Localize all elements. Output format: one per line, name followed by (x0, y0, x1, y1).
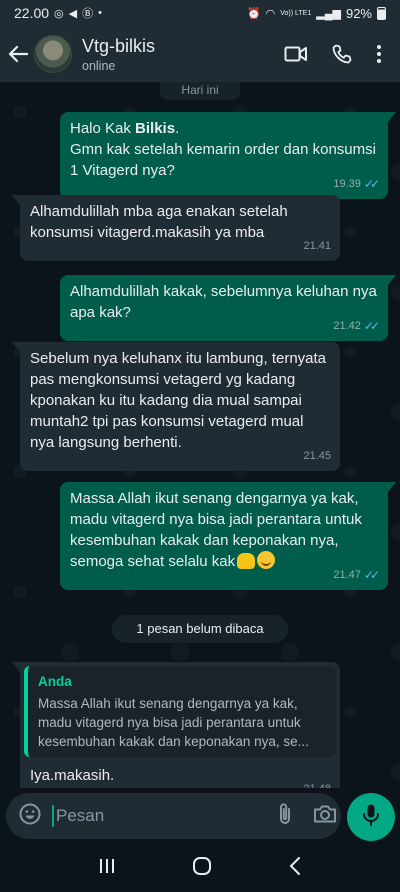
message-input[interactable] (52, 805, 277, 827)
message-meta: 21.41 (303, 236, 331, 257)
system-nav-bar (0, 844, 400, 892)
telegram-icon: ◀ (68, 7, 78, 20)
smiling-face-emoji (257, 551, 276, 569)
message-text: Massa Allah ikut senang dengarnya ya kak… (70, 488, 379, 572)
message-text: Sebelum nya keluhanx itu lambung, ternya… (30, 350, 327, 451)
message-time: 21.47 (333, 569, 361, 581)
back-arrow-icon[interactable] (8, 44, 28, 64)
message-time: 21.42 (333, 320, 361, 332)
read-ticks-icon: ✓✓ (363, 319, 380, 333)
emoji-icon[interactable] (18, 802, 42, 831)
contact-name: Vtg-bilkis (82, 35, 156, 56)
input-bar (0, 788, 400, 844)
instagram-icon: ◎ (54, 7, 64, 20)
chat-header: Vtg-bilkis online (0, 26, 400, 82)
message-text: Iya.makasih. (30, 767, 115, 784)
mic-icon (362, 803, 380, 832)
home-icon[interactable] (192, 856, 212, 881)
alarm-icon: ⏰ (246, 7, 261, 20)
b-badge-icon: Ⓑ (82, 8, 94, 20)
dot-icon: • (98, 7, 102, 19)
message-meta: 21.42 ✓✓ (333, 316, 380, 337)
message-text: Alhamdulillah mba aga enakan setelah kon… (30, 203, 288, 241)
message-outgoing[interactable]: Halo Kak Bilkis. Gmn kak setelah kemarin… (60, 112, 396, 199)
message-meta: 21.47 ✓✓ (333, 565, 380, 586)
raising-hands-emoji (237, 553, 256, 569)
quoted-message[interactable]: Anda Massa Allah ikut senang dengarnya y… (24, 666, 336, 757)
message-bold-name: Bilkis (135, 120, 176, 137)
read-ticks-icon: ✓✓ (363, 568, 380, 582)
quote-author: Anda (38, 674, 72, 689)
mic-button[interactable] (347, 793, 395, 841)
contact-info[interactable]: Vtg-bilkis online (82, 36, 155, 73)
message-meta: 21.45 (303, 446, 331, 467)
network-label: Vo)) LTE1 (280, 9, 312, 17)
battery-percent: 92% (345, 5, 372, 21)
status-time: 22.00 (14, 5, 50, 21)
battery-icon (377, 6, 386, 20)
message-text-part: Gmn kak setelah kemarin order dan konsum… (70, 141, 376, 179)
phone-icon[interactable] (332, 44, 352, 64)
message-text-part: Halo Kak (70, 120, 136, 137)
date-chip: Hari ini (160, 82, 240, 100)
camera-icon[interactable] (313, 803, 337, 830)
message-text-part: Massa Allah ikut senang dengarnya ya kak… (70, 490, 362, 570)
avatar[interactable] (34, 35, 72, 73)
message-outgoing[interactable]: Massa Allah ikut senang dengarnya ya kak… (60, 482, 396, 590)
back-icon[interactable] (288, 856, 302, 881)
message-text: Halo Kak Bilkis. Gmn kak setelah kemarin… (70, 118, 379, 181)
wifi-icon: ◠ (265, 7, 276, 20)
message-incoming-reply[interactable]: Anda Massa Allah ikut senang dengarnya y… (12, 662, 340, 804)
more-vert-icon[interactable] (376, 44, 382, 64)
unread-divider: 1 pesan belum dibaca (112, 615, 288, 643)
video-call-icon[interactable] (284, 45, 308, 63)
message-incoming[interactable]: Sebelum nya keluhanx itu lambung, ternya… (12, 342, 340, 471)
recents-icon[interactable] (98, 857, 116, 880)
chat-area[interactable]: Hari ini Halo Kak Bilkis. Gmn kak setela… (0, 82, 400, 804)
message-time: 21.45 (303, 450, 331, 462)
message-outgoing[interactable]: Alhamdulillah kakak, sebelumnya keluhan … (60, 275, 396, 341)
status-bar: 22.00 ◎ ◀ Ⓑ • ⏰ ◠ Vo)) LTE1 ▂▄▆ 92% (0, 0, 400, 26)
quote-text: Massa Allah ikut senang dengarnya ya kak… (38, 696, 309, 749)
message-text-part: . (175, 120, 180, 137)
contact-status: online (82, 58, 116, 73)
message-time: 19.39 (333, 178, 361, 190)
read-ticks-icon: ✓✓ (363, 177, 380, 191)
message-incoming[interactable]: Alhamdulillah mba aga enakan setelah kon… (12, 195, 340, 261)
message-input-box[interactable] (6, 793, 341, 839)
attach-icon[interactable] (277, 802, 293, 831)
signal-icon: ▂▄▆ (316, 7, 341, 20)
message-meta: 19.39 ✓✓ (333, 174, 380, 195)
message-time: 21.41 (303, 240, 331, 252)
